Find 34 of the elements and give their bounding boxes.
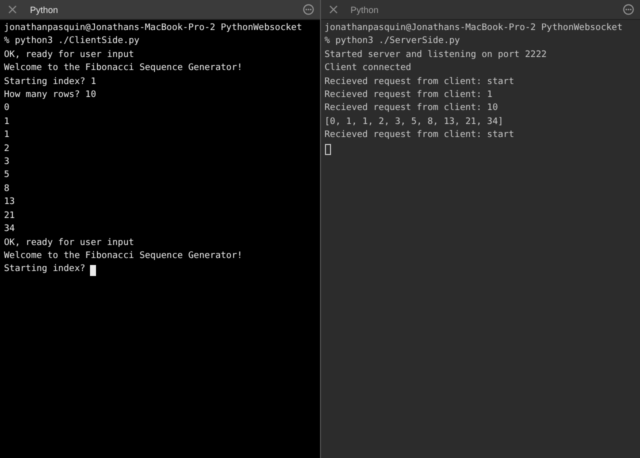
- terminal-line: 2: [4, 142, 10, 156]
- close-icon[interactable]: [328, 5, 338, 14]
- terminal-line: 3: [4, 156, 10, 170]
- terminal-line: 8: [4, 182, 10, 196]
- terminal-line: jonathanpasquin@Jonathans-MacBook-Pro-2 PythonWebsocket: [324, 22, 624, 35]
- terminal-line: OK, ready for user input: [4, 236, 136, 250]
- terminal-line: 5: [4, 169, 10, 182]
- terminal-line: 1: [4, 129, 10, 142]
- terminal-line: 13: [4, 196, 16, 210]
- terminal-line: How many rows? 10: [4, 89, 98, 102]
- more-options-icon[interactable]: [623, 4, 634, 15]
- terminal-line: 0: [4, 102, 10, 116]
- more-options-icon[interactable]: [302, 4, 314, 15]
- terminal-line: Client connected: [324, 62, 412, 76]
- terminal-line: 1: [4, 116, 10, 129]
- terminal-line: Recieved request from client: 10: [324, 102, 499, 116]
- terminal-line: Welcome to the Fibonacci Sequence Generator!: [4, 250, 244, 263]
- terminal-line: OK, ready for user input: [4, 48, 136, 62]
- terminal-line: Recieved request from client: start: [324, 76, 516, 89]
- terminal-line: Starting index? 1: [4, 76, 98, 89]
- close-icon[interactable]: [8, 5, 17, 14]
- terminal-line: Started server and listening on port 2222: [324, 48, 548, 62]
- terminal-line: % python3 ./ServerSide.py: [324, 35, 461, 48]
- terminal-line: Starting index?: [4, 263, 86, 276]
- tab-title[interactable]: Python: [350, 4, 610, 14]
- terminal-line: [0, 1, 1, 2, 3, 5, 8, 13, 21, 34]: [324, 116, 504, 129]
- terminal-line: % python3 ./ClientSide.py: [4, 35, 140, 48]
- tab-title[interactable]: Python: [30, 4, 290, 14]
- terminal-line: Recieved request from client: start: [324, 129, 516, 142]
- terminal-line: 21: [4, 210, 16, 223]
- terminal-line: Recieved request from client: 1: [324, 89, 494, 102]
- terminal-line: jonathanpasquin@Jonathans-MacBook-Pro-2 PythonWebsocket: [4, 22, 304, 35]
- terminal-line: 34: [4, 223, 16, 236]
- terminal-line: Welcome to the Fibonacci Sequence Generator!: [4, 62, 244, 76]
